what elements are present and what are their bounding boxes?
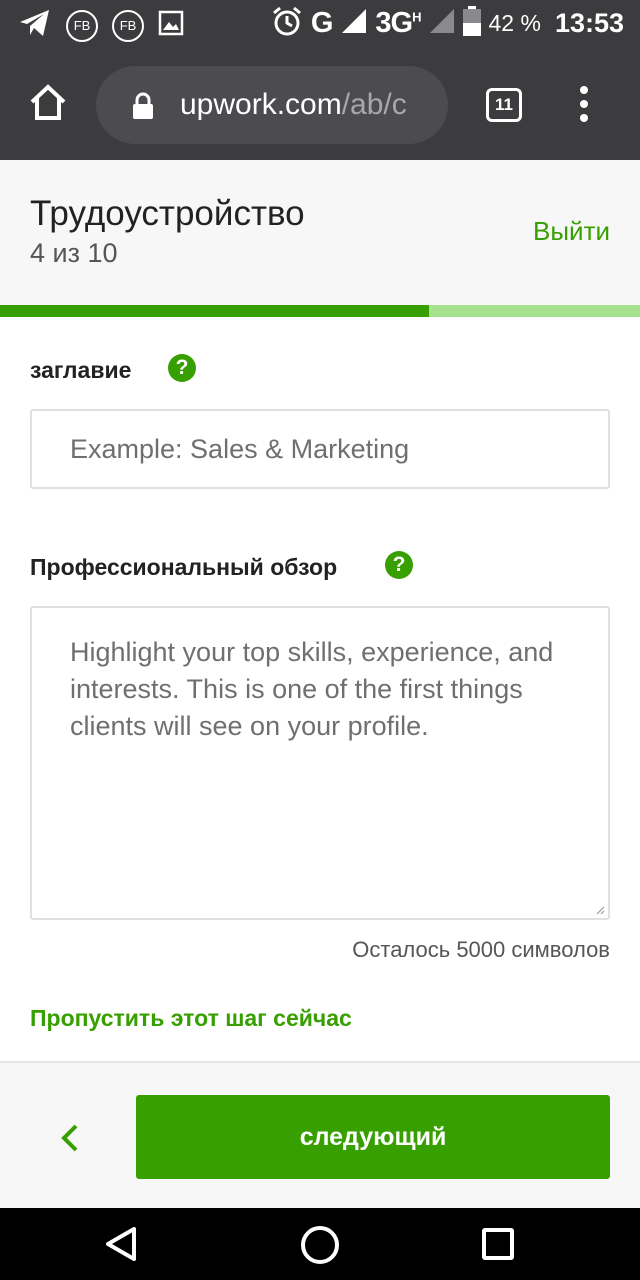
alarm-icon — [271, 5, 303, 42]
more-vert-dot — [580, 114, 588, 122]
title-label: заглавие — [30, 357, 132, 383]
network-h-text: H — [412, 9, 421, 25]
title-field[interactable] — [30, 409, 610, 489]
url-path: /ab/c — [341, 88, 407, 121]
more-vert-icon — [580, 86, 588, 94]
nav-home-button[interactable] — [301, 1226, 339, 1264]
progress-bar-fill — [0, 305, 429, 317]
overview-field[interactable] — [30, 606, 610, 920]
nav-recents-button[interactable] — [482, 1228, 514, 1260]
network-3g-text: 3G — [375, 7, 413, 39]
url-text: upwork.com/ab/c — [180, 88, 407, 122]
title-input[interactable] — [32, 411, 608, 487]
telegram-icon — [18, 8, 52, 43]
lock-icon — [132, 92, 154, 120]
system-status: G 3GH 42 % 13:53 — [271, 5, 624, 42]
network-3g-label: 3GH — [375, 7, 421, 40]
resize-grip-icon[interactable] — [595, 905, 605, 915]
fb-icon: FB — [66, 9, 98, 42]
overflow-menu-button[interactable] — [574, 86, 594, 126]
address-bar[interactable]: upwork.com/ab/c — [96, 66, 448, 144]
battery-percent: 42 % — [488, 10, 541, 36]
skip-step-link[interactable]: Пропустить этот шаг сейчас — [30, 1005, 352, 1032]
network-g-label: G — [310, 7, 334, 39]
chevron-left-icon — [61, 1124, 78, 1152]
battery-icon — [462, 6, 481, 41]
step-indicator: 4 из 10 — [30, 238, 118, 268]
characters-remaining: Осталось 5000 символов — [352, 937, 610, 962]
url-host: upwork.com — [180, 88, 342, 121]
signal-weak-icon — [429, 8, 455, 39]
system-nav-bar — [0, 1208, 640, 1280]
page-title: Трудоустройство — [30, 194, 305, 233]
footer-bar: следующий — [0, 1061, 640, 1208]
exit-link[interactable]: Выйти — [533, 216, 610, 247]
status-bar: FB FB G 3GH 42 % 13:53 — [0, 0, 640, 50]
more-vert-dot — [580, 100, 588, 108]
help-icon[interactable]: ? — [168, 354, 196, 382]
signal-icon — [341, 8, 367, 39]
notification-icons: FB FB — [18, 8, 184, 43]
image-icon — [158, 10, 184, 41]
progress-bar — [0, 305, 640, 317]
next-button[interactable]: следующий — [136, 1095, 610, 1179]
overview-label: Профессиональный обзор — [30, 554, 338, 580]
triangle-back-icon — [106, 1227, 136, 1261]
clock: 13:53 — [554, 8, 624, 38]
overview-textarea[interactable] — [32, 608, 608, 918]
back-button[interactable] — [58, 1121, 82, 1155]
home-icon — [30, 84, 66, 120]
fb-icon: FB — [112, 9, 144, 42]
browser-toolbar: upwork.com/ab/c 11 — [0, 50, 640, 160]
nav-back-button[interactable] — [104, 1226, 140, 1262]
help-icon[interactable]: ? — [385, 551, 413, 579]
home-button[interactable] — [28, 82, 68, 122]
page-header: Трудоустройство 4 из 10 Выйти — [0, 160, 640, 305]
tab-switcher-button[interactable]: 11 — [486, 88, 522, 122]
